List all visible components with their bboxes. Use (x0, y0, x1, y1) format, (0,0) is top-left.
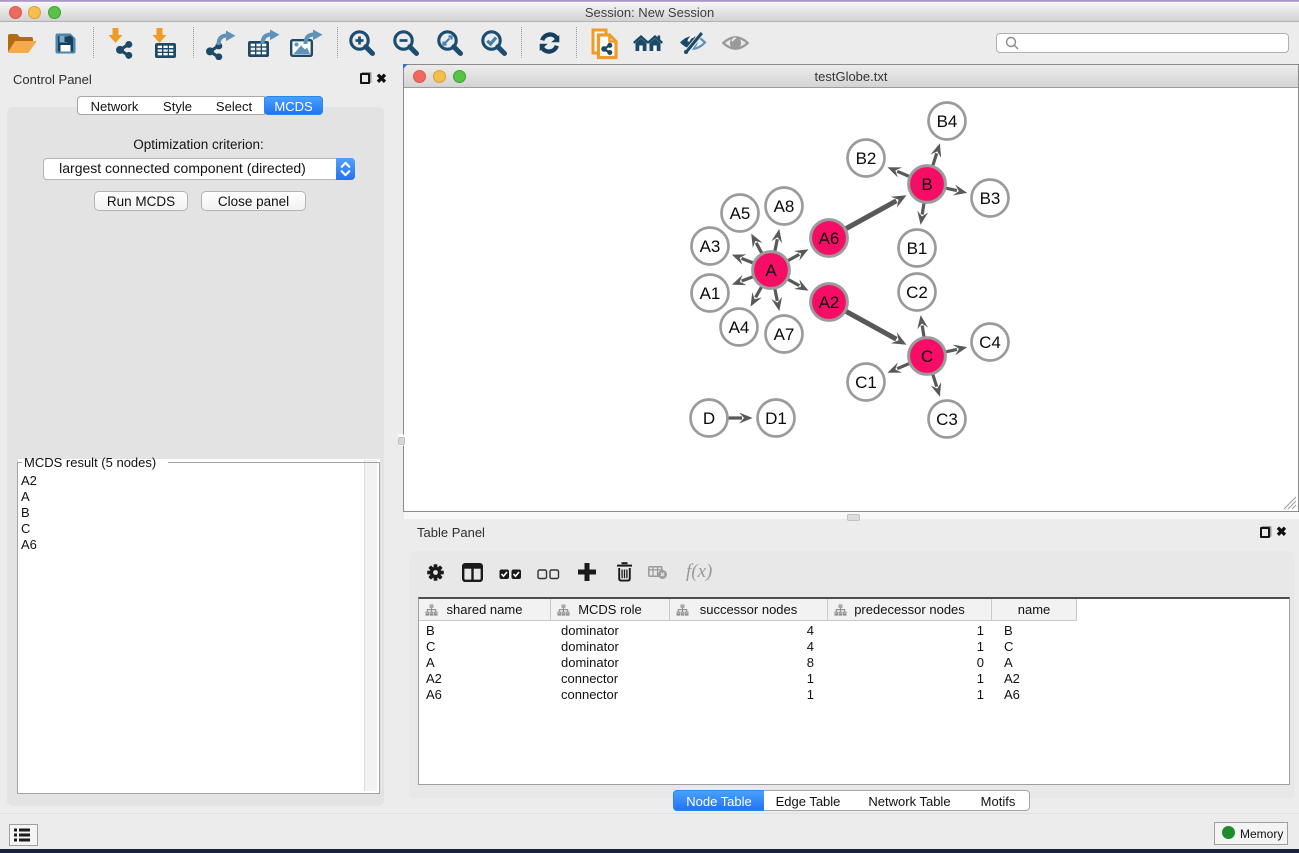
svg-text:A6: A6 (819, 229, 840, 248)
svg-text:A2: A2 (819, 293, 840, 312)
svg-text:D: D (703, 409, 715, 428)
svg-text:A8: A8 (774, 197, 795, 216)
svg-text:B1: B1 (907, 239, 928, 258)
svg-text:C: C (921, 347, 933, 366)
svg-text:C1: C1 (855, 373, 877, 392)
svg-text:A4: A4 (729, 318, 750, 337)
svg-text:A7: A7 (774, 325, 795, 344)
svg-text:B: B (921, 175, 932, 194)
svg-text:A5: A5 (730, 204, 751, 223)
svg-text:A3: A3 (700, 237, 721, 256)
svg-text:B2: B2 (856, 149, 877, 168)
svg-text:C4: C4 (979, 333, 1001, 352)
svg-text:B4: B4 (937, 112, 958, 131)
svg-text:D1: D1 (765, 409, 787, 428)
svg-text:A: A (765, 261, 777, 280)
svg-text:B3: B3 (980, 189, 1001, 208)
svg-text:C2: C2 (906, 283, 928, 302)
svg-text:C3: C3 (936, 410, 958, 429)
svg-text:A1: A1 (700, 284, 721, 303)
